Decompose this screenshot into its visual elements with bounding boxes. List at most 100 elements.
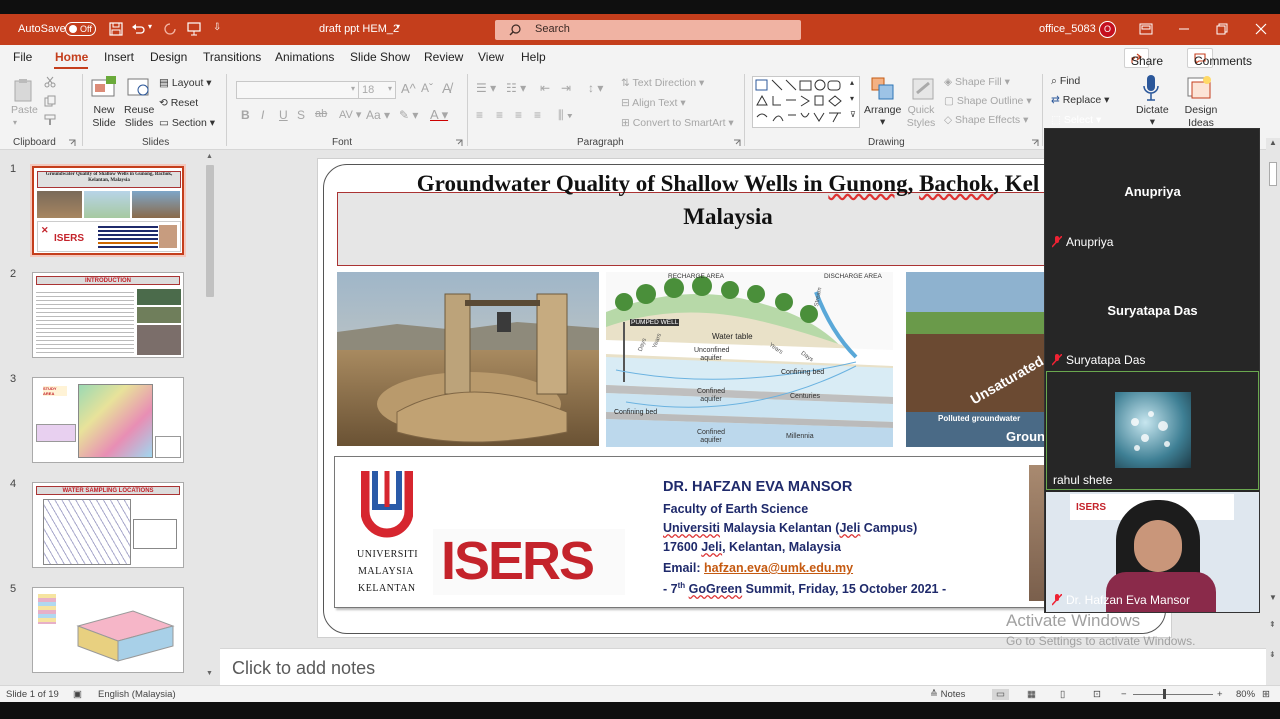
text-direction-button[interactable]: ⇅ Text Direction ▾ [621, 77, 704, 89]
gallery-scroll-down-icon[interactable]: ▾ [850, 94, 854, 103]
participant-tile[interactable]: Anupriya Anupriya [1046, 130, 1259, 249]
zoom-out-icon[interactable]: − [1121, 689, 1127, 700]
gallery-scroll-up-icon[interactable]: ▴ [850, 78, 854, 87]
decrease-font-icon[interactable]: Aˇ [421, 81, 433, 95]
slide-thumbnail[interactable]: STUDY AREA [32, 377, 184, 463]
share-button[interactable]: Share [1124, 48, 1163, 68]
font-launcher-icon[interactable] [455, 139, 463, 147]
tab-animations[interactable]: Animations [275, 50, 334, 64]
layout-button[interactable]: ▤ Layout ▾ [159, 77, 212, 89]
participant-tile-video[interactable]: ISERS Dr. Hafzan Eva Mansor [1046, 492, 1259, 612]
font-name-box[interactable]: ▾ [236, 81, 359, 99]
paste-button[interactable]: Paste [11, 104, 38, 116]
increase-font-icon[interactable]: A^ [401, 81, 416, 96]
gallery-more-icon[interactable]: ⊽ [850, 110, 856, 119]
slide-title[interactable]: Groundwater Quality of Shallow Wells in … [318, 167, 1138, 233]
character-spacing-icon[interactable]: AV ▾ [339, 108, 361, 121]
bullets-icon[interactable]: ☰ ▾ [476, 81, 496, 95]
arrange-button[interactable]: Arrange ▾ [864, 104, 901, 128]
paste-dropdown-icon[interactable]: ▾ [13, 117, 17, 129]
align-text-button[interactable]: ⊟ Align Text ▾ [621, 97, 686, 109]
replace-button[interactable]: ⇄ Replace ▾ [1051, 94, 1109, 106]
minimize-icon[interactable] [1178, 24, 1190, 34]
increase-indent-icon[interactable]: ⇥ [561, 81, 571, 95]
microphone-icon[interactable] [1142, 74, 1160, 102]
fit-slide-icon[interactable]: ⊞ [1262, 689, 1270, 700]
slide-thumbnail[interactable]: INTRODUCTION [32, 272, 184, 358]
comments-button[interactable]: Comments [1187, 48, 1252, 68]
thumbnail-scrollbar[interactable]: ▲ ▼ [204, 153, 216, 683]
filename-dropdown-icon[interactable]: ▾ [396, 22, 400, 31]
aquifer-diagram[interactable]: RECHARGE AREA DISCHARGE AREA PUMPED WELL… [606, 272, 893, 447]
quick-styles-button[interactable]: Quick Styles [904, 104, 938, 130]
justify-icon[interactable]: ≡ [534, 108, 541, 122]
zoom-slider-thumb[interactable] [1163, 689, 1166, 699]
copy-icon[interactable] [44, 95, 56, 107]
format-painter-icon[interactable] [44, 114, 56, 126]
tab-home[interactable]: Home [55, 50, 88, 64]
soil-cross-section-photo[interactable]: Unsaturated Polluted groundwater Groun [906, 272, 1046, 447]
highlight-icon[interactable]: ✎ ▾ [399, 108, 418, 122]
scroll-down-icon[interactable]: ▼ [1269, 593, 1277, 602]
italic-icon[interactable]: I [261, 108, 264, 122]
tab-insert[interactable]: Insert [104, 50, 134, 64]
slide-thumbnail[interactable]: Groundwater Quality of Shallow Wells in … [30, 164, 186, 257]
scroll-down-icon[interactable]: ▼ [206, 670, 213, 677]
change-case-icon[interactable]: Aa ▾ [366, 108, 390, 122]
slide-sorter-icon[interactable]: ▦ [1027, 689, 1036, 700]
slideshow-icon[interactable]: ⊡ [1093, 689, 1101, 700]
shape-effects-button[interactable]: ◇ Shape Effects ▾ [944, 114, 1028, 126]
align-center-icon[interactable]: ≡ [496, 108, 503, 122]
reading-view-icon[interactable]: ▯ [1060, 689, 1065, 700]
language-indicator[interactable]: English (Malaysia) [98, 689, 176, 700]
zoom-in-icon[interactable]: + [1217, 689, 1223, 700]
redo-icon[interactable] [163, 22, 177, 36]
email-link[interactable]: hafzan.eva@umk.edu.my [704, 561, 853, 575]
drawing-launcher-icon[interactable] [1031, 139, 1039, 147]
participant-tile[interactable]: Suryatapa Das Suryatapa Das [1046, 251, 1259, 369]
search-box[interactable]: Search [495, 20, 801, 40]
shapes-gallery[interactable] [752, 76, 860, 128]
shape-outline-button[interactable]: ▢ Shape Outline ▾ [944, 95, 1032, 107]
avatar[interactable]: O [1099, 21, 1116, 38]
line-spacing-icon[interactable]: ↕ ▾ [588, 81, 603, 95]
zoom-level[interactable]: 80% [1236, 689, 1255, 700]
close-icon[interactable] [1255, 23, 1267, 35]
scrollbar-thumb[interactable] [1269, 162, 1277, 186]
scrollbar-thumb[interactable] [206, 165, 214, 297]
notes-pane[interactable]: Click to add notes [220, 648, 1270, 685]
arrange-icon[interactable] [870, 76, 896, 102]
clear-formatting-icon[interactable]: A̸ [442, 80, 451, 96]
next-slide-icon[interactable]: ⇟ [1269, 650, 1276, 659]
well-photo[interactable] [337, 272, 599, 446]
dictate-button[interactable]: Dictate ▾ [1136, 104, 1169, 128]
restore-icon[interactable] [1216, 23, 1228, 35]
select-button[interactable]: ⬚ Select ▾ [1051, 114, 1101, 126]
paste-icon[interactable] [12, 78, 34, 102]
shadow-icon[interactable]: S [297, 108, 305, 122]
columns-icon[interactable]: ⫼ ▾ [558, 108, 573, 123]
bold-icon[interactable]: B [241, 108, 250, 122]
spellcheck-icon[interactable]: ▣ [73, 689, 82, 700]
presenter-info-box[interactable]: UNIVERSITI MALAYSIA KELANTAN ISERS DR. H… [334, 456, 1055, 608]
slide-scrollbar[interactable]: ▲ ▼ ⇞ ⇟ [1266, 138, 1280, 685]
align-left-icon[interactable]: ≡ [476, 108, 483, 122]
font-color-icon[interactable]: A ▾ [430, 107, 448, 123]
ribbon-display-icon[interactable] [1139, 23, 1153, 35]
numbering-icon[interactable]: ☷ ▾ [506, 81, 526, 95]
design-ideas-button[interactable]: Design Ideas [1183, 104, 1219, 130]
scroll-up-icon[interactable]: ▲ [1269, 138, 1277, 147]
zoom-slider[interactable] [1133, 694, 1213, 695]
reuse-slides-button[interactable]: Reuse Slides [124, 104, 154, 130]
align-right-icon[interactable]: ≡ [515, 108, 522, 122]
cut-icon[interactable] [44, 76, 56, 88]
slide-thumbnail[interactable]: WATER SAMPLING LOCATIONS [32, 482, 184, 568]
section-button[interactable]: ▭ Section ▾ [159, 117, 215, 129]
tab-transitions[interactable]: Transitions [203, 50, 261, 64]
font-size-dropdown-icon[interactable]: ▾ [388, 84, 392, 93]
scroll-up-icon[interactable]: ▲ [206, 153, 213, 160]
convert-smartart-button[interactable]: ⊞ Convert to SmartArt ▾ [621, 117, 734, 129]
undo-icon[interactable] [131, 22, 145, 36]
tab-review[interactable]: Review [424, 50, 463, 64]
autosave-toggle[interactable]: Off [65, 22, 96, 36]
